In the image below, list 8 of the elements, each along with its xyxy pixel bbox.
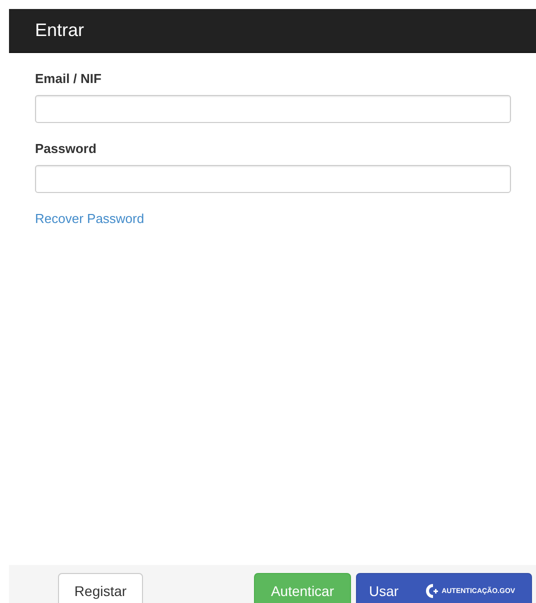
field-label: Email / NIF [35,71,102,86]
logo-icon [424,583,439,599]
recover-password-link[interactable]: Recover Password [35,211,144,226]
register-button[interactable]: Registar [58,573,143,603]
dialog-title: Entrar [35,20,84,41]
field-label: Password [35,141,98,156]
input-field[interactable] [35,95,511,123]
input-field[interactable] [35,165,511,193]
